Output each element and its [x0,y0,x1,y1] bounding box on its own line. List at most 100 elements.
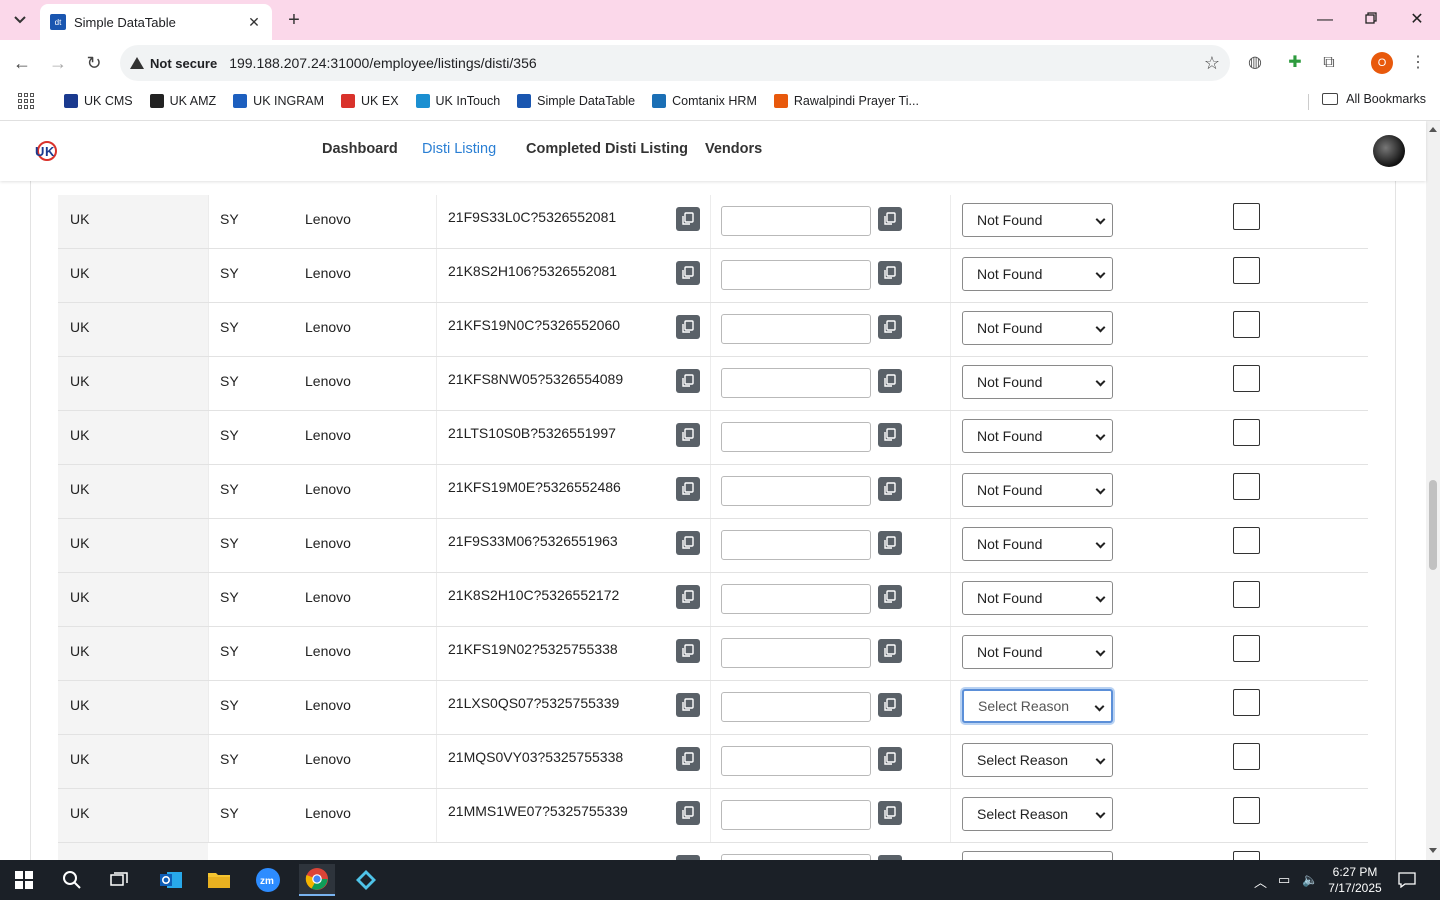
row-checkbox[interactable] [1233,473,1260,500]
reason-select[interactable]: Not Found [962,581,1113,615]
minimize-icon[interactable]: — [1310,8,1340,32]
value-input[interactable] [721,800,871,830]
value-input[interactable] [721,314,871,344]
copy-value-button[interactable] [878,585,902,609]
windows-start-icon[interactable] [6,864,42,896]
file-explorer-icon[interactable] [201,864,237,896]
copy-value-button[interactable] [878,261,902,285]
row-checkbox[interactable] [1233,635,1260,662]
row-checkbox[interactable] [1233,419,1260,446]
copy-value-button[interactable] [878,423,902,447]
copy-value-button[interactable] [878,369,902,393]
copy-part-button[interactable] [676,477,700,501]
nav-dashboard[interactable]: Dashboard [322,141,398,157]
copy-part-button[interactable] [676,639,700,663]
reason-select[interactable] [962,851,1113,860]
reason-select[interactable]: Select Reason [962,797,1113,831]
system-clock[interactable]: 6:27 PM 7/17/2025 [1322,864,1388,896]
value-input[interactable] [721,638,871,668]
copy-value-button[interactable] [878,315,902,339]
nav-completed-disti-listing[interactable]: Completed Disti Listing [526,141,688,157]
row-checkbox[interactable] [1233,743,1260,770]
bookmark-item[interactable]: Rawalpindi Prayer Ti... [773,94,919,108]
copy-part-button[interactable] [676,369,700,393]
bookmark-item[interactable]: UK AMZ [149,94,216,108]
tab-search-chevron-icon[interactable] [6,6,34,34]
copy-part-button[interactable] [676,315,700,339]
value-input[interactable] [721,422,871,452]
close-window-icon[interactable]: ✕ [1402,8,1432,32]
copy-part-button[interactable] [676,693,700,717]
row-checkbox[interactable] [1233,257,1260,284]
copy-value-button[interactable] [878,477,902,501]
security-indicator[interactable]: Not secure [130,56,229,71]
reason-select[interactable]: Not Found [962,473,1113,507]
row-checkbox[interactable] [1233,365,1260,392]
bookmark-item[interactable]: Comtanix HRM [652,94,757,108]
search-icon[interactable] [54,864,90,896]
address-bar[interactable]: Not secure 199.188.207.24:31000/employee… [120,45,1230,81]
nav-vendors[interactable]: Vendors [705,141,762,157]
reload-icon[interactable]: ↻ [80,49,108,77]
apps-grid-icon[interactable] [18,93,34,109]
copy-value-button[interactable] [878,693,902,717]
tab-close-icon[interactable]: ✕ [246,14,262,31]
restore-window-icon[interactable] [1356,8,1386,32]
value-input[interactable] [721,260,871,290]
zoom-icon[interactable]: zm [250,864,286,896]
value-input[interactable] [721,530,871,560]
reason-select[interactable]: Not Found [962,527,1113,561]
browser-tab-active[interactable]: dt Simple DataTable ✕ [40,4,272,40]
app-diamond-icon[interactable] [348,864,384,896]
network-icon[interactable]: ▭ [1278,872,1290,888]
bookmark-item[interactable]: UK InTouch [415,94,500,108]
reason-select[interactable]: Select Reason [962,689,1113,723]
copy-value-button[interactable] [878,639,902,663]
volume-muted-icon[interactable]: 🔈 [1302,872,1318,888]
menu-kebab-icon[interactable]: ⋮ [1407,52,1429,74]
chrome-icon[interactable] [299,864,335,896]
reason-select[interactable]: Not Found [962,257,1113,291]
profile-avatar[interactable]: O [1371,52,1393,74]
copy-part-button[interactable] [676,261,700,285]
outlook-icon[interactable] [153,864,189,896]
reason-select[interactable]: Not Found [962,311,1113,345]
translate-globe-icon[interactable]: ◍ [1244,52,1266,74]
scroll-up-arrow-icon[interactable] [1429,127,1437,132]
reason-select[interactable]: Not Found [962,419,1113,453]
row-checkbox[interactable] [1233,851,1260,860]
forward-arrow-icon[interactable]: → [44,49,72,77]
row-checkbox[interactable] [1233,527,1260,554]
copy-part-button[interactable] [676,585,700,609]
bookmark-item[interactable]: Simple DataTable [517,94,635,108]
value-input[interactable] [721,476,871,506]
value-input[interactable] [721,206,871,236]
reason-select[interactable]: Not Found [962,203,1113,237]
scrollbar-thumb[interactable] [1429,480,1437,570]
row-checkbox[interactable] [1233,203,1260,230]
all-bookmarks-button[interactable]: All Bookmarks [1322,92,1426,106]
copy-part-button[interactable] [676,207,700,231]
reason-select[interactable]: Not Found [962,635,1113,669]
copy-value-button[interactable] [878,531,902,555]
new-tab-plus-icon[interactable]: + [282,8,306,32]
copy-part-button[interactable] [676,423,700,447]
copy-value-button[interactable] [878,207,902,231]
extensions-icon[interactable]: ⧉ [1318,52,1340,74]
reason-select[interactable]: Select Reason [962,743,1113,777]
value-input[interactable] [721,584,871,614]
page-scrollbar[interactable] [1426,121,1440,860]
row-checkbox[interactable] [1233,797,1260,824]
back-arrow-icon[interactable]: ← [8,49,36,77]
value-input[interactable] [721,692,871,722]
tray-chevron-up-icon[interactable]: ︿ [1254,872,1267,891]
user-avatar[interactable] [1373,135,1405,167]
copy-part-button[interactable] [676,747,700,771]
value-input[interactable] [721,746,871,776]
notifications-icon[interactable] [1398,872,1416,891]
copy-value-button[interactable] [878,801,902,825]
bookmark-item[interactable]: UK EX [341,94,399,108]
copy-part-button[interactable] [676,801,700,825]
bookmark-item[interactable]: UK CMS [64,94,133,108]
task-view-icon[interactable] [101,864,137,896]
